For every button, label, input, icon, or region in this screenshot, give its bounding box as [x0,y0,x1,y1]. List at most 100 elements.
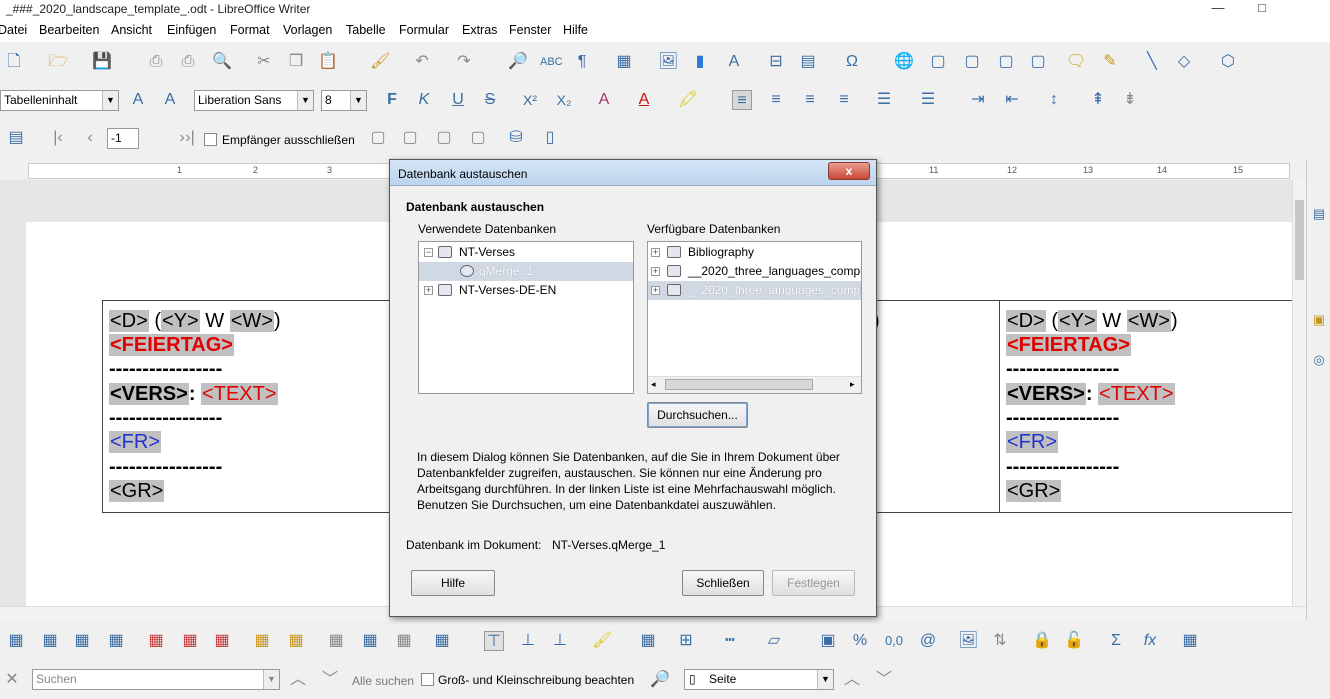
find-replace-icon[interactable]: 🔎 [508,52,528,72]
highlight-icon[interactable]: 🖍 [678,90,698,110]
table-cell-middle[interactable]: ) [873,300,1000,513]
special-character-icon[interactable]: Ω [842,52,862,72]
insert-rows-above-icon[interactable]: ▦ [6,631,26,651]
menu-hilfe[interactable]: Hilfe [563,23,588,37]
protect-cells-icon[interactable]: 🔒 [1032,631,1052,651]
export-pdf-icon[interactable]: ⎙ [146,52,166,72]
justify-icon[interactable]: ≡ [834,90,854,110]
paragraph-spacing-increase-icon[interactable]: ⇞ [1088,90,1108,110]
copy-icon[interactable]: ❐ [286,52,306,72]
page-break-icon[interactable]: ⊟ [766,52,786,72]
match-case-checkbox[interactable] [421,673,434,686]
strikethrough-icon[interactable]: S [480,90,500,110]
find-replace-icon[interactable]: 🔎 [650,670,670,690]
number-format-decimal-icon[interactable]: 0,0 [884,631,904,651]
insert-rows-below-icon[interactable]: ▦ [40,631,60,651]
font-color-icon[interactable]: A [634,90,654,110]
menu-bearbeiten[interactable]: Bearbeiten [39,23,99,37]
insert-field-icon[interactable]: ▤ [798,52,818,72]
navigate-previous-icon[interactable]: ︿ [842,670,862,690]
paste-icon[interactable]: 📋 [318,52,338,72]
insert-textbox-icon[interactable]: A [724,52,744,72]
comment-icon[interactable]: 🗨 [1066,52,1086,72]
browse-button[interactable]: Durchsuchen... [647,402,748,428]
endnote-icon[interactable]: ▢ [962,52,982,72]
redo-icon[interactable]: ↷ [454,52,474,72]
align-top-icon[interactable]: ⊤ [484,631,504,651]
subscript-icon[interactable]: X₂ [554,90,574,110]
apply-button[interactable]: Festlegen [772,570,855,596]
align-center-icon[interactable]: ≡ [766,90,786,110]
tree-item-bibliography[interactable]: + Bibliography [648,243,861,262]
line-spacing-icon[interactable]: ↕ [1044,90,1064,110]
footnote-icon[interactable]: ▢ [928,52,948,72]
scroll-thumb[interactable] [665,379,813,390]
table-cell-right[interactable]: <D> (<Y> W <W>) <FEIERTAG> -------------… [999,300,1292,513]
bullets-icon[interactable]: ☰ [874,90,894,110]
spelling-icon[interactable]: ABC [540,52,563,72]
tree-item-qmerge[interactable]: qMerge_1 [419,262,633,281]
print-merged-icon[interactable]: ▢ [434,128,454,148]
bold-icon[interactable]: F [382,90,402,110]
font-size-combo[interactable]: 8 ▼ [321,90,367,111]
menu-ansicht[interactable]: Ansicht [111,23,152,37]
menu-fenster[interactable]: Fenster [509,23,551,37]
insert-columns-before-icon[interactable]: ▦ [72,631,92,651]
clear-formatting-icon[interactable]: A [594,90,614,110]
expand-icon[interactable]: + [651,248,660,257]
italic-icon[interactable]: K [414,90,434,110]
numbering-icon[interactable]: ☰ [918,90,938,110]
align-left-icon[interactable]: ≡ [732,90,752,110]
properties-icon[interactable]: ▤ [1309,204,1329,224]
delete-rows-icon[interactable]: ▦ [146,631,166,651]
chevron-down-icon[interactable]: ▼ [297,91,313,110]
sort-icon[interactable]: ⇅ [990,631,1010,651]
used-databases-list[interactable]: − NT-Verses qMerge_1 + NT-Verses-DE-EN [418,241,634,394]
help-button[interactable]: Hilfe [411,570,495,596]
chevron-down-icon[interactable]: ▼ [817,670,833,689]
number-format-date-icon[interactable]: @ [918,631,938,651]
navigator-icon[interactable]: ◎ [1309,350,1329,370]
indent-increase-icon[interactable]: ⇥ [968,90,988,110]
first-record-icon[interactable]: |‹ [48,128,68,148]
save-merged-icon[interactable]: ▢ [400,128,420,148]
formatting-marks-icon[interactable]: ¶ [572,52,592,72]
expand-icon[interactable]: + [424,286,433,295]
insert-chart-icon[interactable]: ▮ [690,52,710,72]
borders-icon[interactable]: ⊞ [676,631,696,651]
expand-icon[interactable]: + [651,286,660,295]
close-button[interactable]: Schließen [682,570,764,596]
paragraph-spacing-decrease-icon[interactable]: ⇟ [1120,90,1140,110]
find-next-icon[interactable]: ﹀ [320,670,340,690]
tree-item-three-languages-selected[interactable]: + __2020_three_languages_complet [648,281,861,300]
bookmark-icon[interactable]: ▢ [996,52,1016,72]
list-horizontal-scrollbar[interactable]: ◂ ▸ [648,376,861,393]
delete-table-icon[interactable]: ▦ [212,631,232,651]
split-cells-icon[interactable]: ▦ [360,631,380,651]
draw-functions-icon[interactable]: ⬡ [1218,52,1238,72]
styles-icon[interactable]: ▣ [1309,310,1329,330]
insert-caption-icon[interactable]: 🖼 [958,631,978,651]
border-style-icon[interactable]: ┅ [720,631,740,651]
available-databases-list[interactable]: + Bibliography + __2020_three_languages_… [647,241,862,394]
font-name-combo[interactable]: Liberation Sans ▼ [194,90,314,111]
mailmerge-wizard-icon[interactable]: ▤ [6,128,26,148]
insert-table-icon[interactable]: ▦ [614,52,634,72]
scroll-thumb[interactable] [1295,200,1304,280]
tree-item-nt-verses-de-en[interactable]: + NT-Verses-DE-EN [419,281,633,300]
send-email-icon[interactable]: ▢ [468,128,488,148]
basic-shapes-icon[interactable]: ◇ [1174,52,1194,72]
scroll-right-icon[interactable]: ▸ [850,379,855,390]
merge-cells-icon[interactable]: ▦ [326,631,346,651]
clone-formatting-icon[interactable]: 🖌 [370,52,390,72]
close-icon[interactable]: x [828,162,870,180]
align-center-vertical-icon[interactable]: ⊥ [518,631,538,651]
cut-icon[interactable]: ✂ [254,52,274,72]
autoformat-icon[interactable]: ▦ [638,631,658,651]
optimize-size-icon[interactable]: ▦ [394,631,414,651]
new-style-icon[interactable]: A [160,90,180,110]
edit-documents-icon[interactable]: ▢ [368,128,388,148]
table-dialog-icon[interactable]: ▦ [1180,631,1200,651]
border-color-icon[interactable]: ▱ [764,631,784,651]
menu-tabelle[interactable]: Tabelle [346,23,386,37]
